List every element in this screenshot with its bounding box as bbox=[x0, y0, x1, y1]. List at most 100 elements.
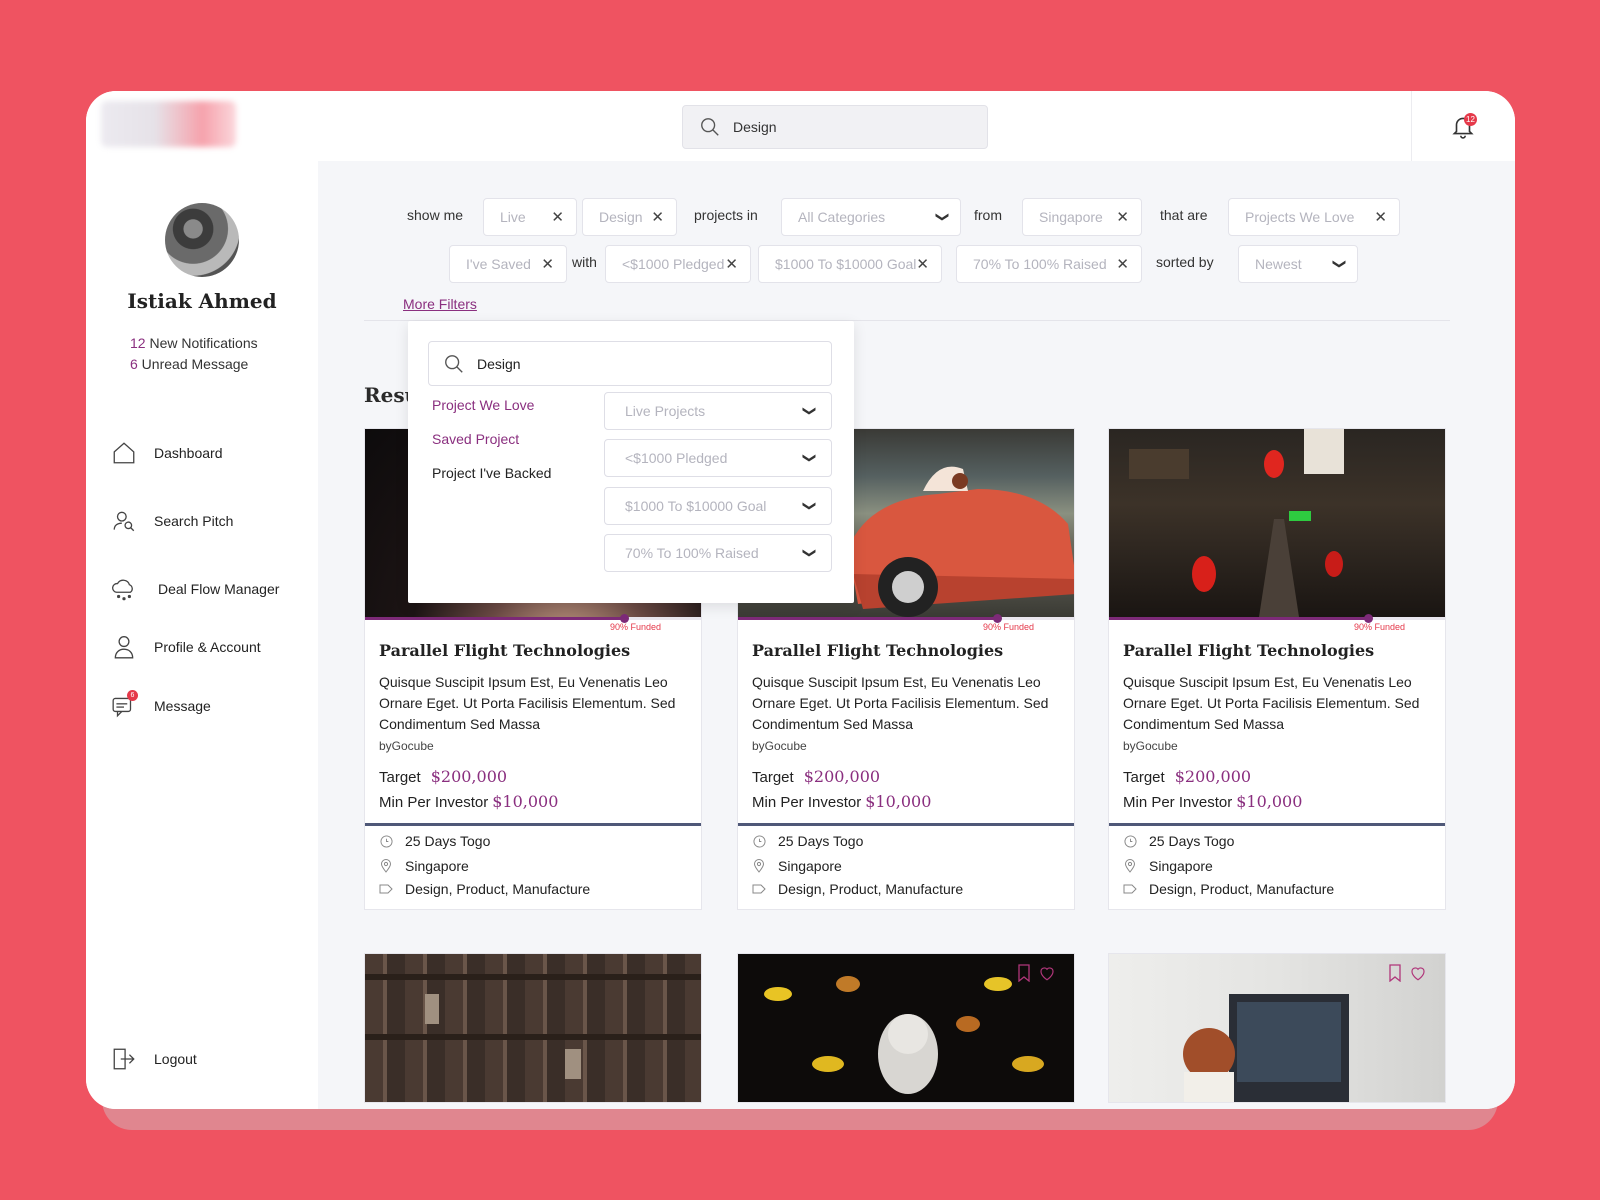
logo[interactable] bbox=[101, 101, 236, 147]
min-investor-row: Min Per Investor $10,000 bbox=[752, 792, 931, 811]
notification-label: New Notifications bbox=[145, 335, 258, 351]
filter-chip-ive-saved[interactable]: I've Saved ✕ bbox=[449, 245, 567, 283]
filter-text: projects in bbox=[694, 207, 758, 223]
tags: Design, Product, Manufacture bbox=[1123, 881, 1334, 897]
chip-label: $1000 To $10000 Goal bbox=[775, 256, 917, 272]
saved-project-link[interactable]: Saved Project bbox=[432, 431, 519, 447]
clock-icon bbox=[1123, 834, 1137, 848]
project-title[interactable]: Parallel Flight Technologies bbox=[1123, 641, 1374, 660]
funding-progress-bar bbox=[365, 614, 701, 623]
filter-text: that are bbox=[1160, 207, 1208, 223]
main-content: show me Live ✕ Design ✕ projects in All Ca… bbox=[318, 161, 1515, 1109]
unread-messages[interactable]: 6 Unread Message bbox=[130, 354, 258, 375]
close-icon[interactable]: ✕ bbox=[1374, 208, 1387, 226]
filter-chip-location[interactable]: Singapore ✕ bbox=[1022, 198, 1142, 236]
search-input[interactable]: Design bbox=[682, 105, 988, 149]
chevron-down-icon: ❯ bbox=[802, 452, 818, 464]
select-value: <$1000 Pledged bbox=[625, 450, 728, 466]
close-icon[interactable]: ✕ bbox=[1116, 255, 1129, 273]
min-value: $10,000 bbox=[492, 792, 559, 811]
project-author: byGocube bbox=[752, 739, 807, 753]
target-row: Target $200,000 bbox=[379, 767, 507, 786]
new-notifications[interactable]: 12 New Notifications bbox=[130, 333, 258, 354]
min-value: $10,000 bbox=[865, 792, 932, 811]
close-icon[interactable]: ✕ bbox=[541, 255, 554, 273]
filter-chip-pledged[interactable]: <$1000 Pledged ✕ bbox=[605, 245, 751, 283]
project-title[interactable]: Parallel Flight Technologies bbox=[752, 641, 1003, 660]
chip-label: 70% To 100% Raised bbox=[973, 256, 1107, 272]
notification-count: 12 bbox=[130, 335, 146, 351]
target-label: Target bbox=[1123, 769, 1165, 786]
tags-text: Design, Product, Manufacture bbox=[1149, 881, 1335, 897]
min-investor-row: Min Per Investor $10,000 bbox=[379, 792, 558, 811]
notification-badge: 12 bbox=[1464, 113, 1477, 126]
user-icon bbox=[110, 633, 138, 661]
target-value: $200,000 bbox=[803, 767, 881, 786]
panel-search-input[interactable]: Design bbox=[428, 341, 832, 386]
live-projects-select[interactable]: Live Projects ❯ bbox=[604, 392, 832, 430]
days-text: 25 Days Togo bbox=[778, 833, 864, 849]
tags-text: Design, Product, Manufacture bbox=[778, 881, 964, 897]
location-text: Singapore bbox=[405, 858, 469, 874]
bookmark-icon[interactable] bbox=[1387, 964, 1403, 982]
raised-select[interactable]: 70% To 100% Raised ❯ bbox=[604, 534, 832, 572]
sidebar: Istiak Ahmed 12 New Notifications 6 Unre… bbox=[86, 161, 318, 1109]
pledged-select[interactable]: <$1000 Pledged ❯ bbox=[604, 439, 832, 477]
project-card[interactable] bbox=[364, 953, 702, 1103]
more-filters-link[interactable]: More Filters bbox=[403, 296, 477, 312]
project-we-love-link[interactable]: Project We Love bbox=[432, 397, 534, 413]
sidebar-item-message[interactable]: 6 Message bbox=[110, 690, 211, 721]
filter-chip-raised[interactable]: 70% To 100% Raised ✕ bbox=[956, 245, 1142, 283]
close-icon[interactable]: ✕ bbox=[1116, 208, 1129, 226]
close-icon[interactable]: ✕ bbox=[916, 255, 929, 273]
divider bbox=[1411, 91, 1412, 161]
funded-label: 90% Funded bbox=[982, 622, 1034, 632]
sort-select[interactable]: Newest ❯ bbox=[1238, 245, 1358, 283]
goal-select[interactable]: $1000 To $10000 Goal ❯ bbox=[604, 487, 832, 525]
min-label: Min Per Investor bbox=[1123, 794, 1233, 811]
sidebar-item-profile-account[interactable]: Profile & Account bbox=[110, 632, 261, 662]
categories-select[interactable]: All Categories ❯ bbox=[781, 198, 961, 236]
divider bbox=[365, 823, 701, 826]
notification-summary: 12 New Notifications 6 Unread Message bbox=[130, 333, 258, 375]
logout-label: Logout bbox=[154, 1051, 197, 1067]
filter-chip-design[interactable]: Design ✕ bbox=[582, 198, 677, 236]
project-title[interactable]: Parallel Flight Technologies bbox=[379, 641, 630, 660]
sidebar-item-search-pitch[interactable]: Search Pitch bbox=[110, 506, 233, 536]
filter-chip-goal[interactable]: $1000 To $10000 Goal ✕ bbox=[758, 245, 942, 283]
filter-text: show me bbox=[407, 207, 464, 223]
user-name: Istiak Ahmed bbox=[127, 289, 277, 313]
funded-label: 90% Funded bbox=[609, 622, 661, 632]
days-text: 25 Days Togo bbox=[405, 833, 491, 849]
heart-icon[interactable] bbox=[1038, 964, 1056, 982]
sidebar-item-dashboard[interactable]: Dashboard bbox=[110, 438, 223, 468]
sidebar-item-deal-flow-manager[interactable]: Deal Flow Manager bbox=[110, 574, 279, 604]
funding-progress-bar bbox=[738, 614, 1074, 623]
project-card[interactable]: 90% Funded Parallel Flight Technologies … bbox=[1108, 428, 1446, 910]
location: Singapore bbox=[379, 858, 469, 874]
top-bar: Design 12 bbox=[86, 91, 1515, 161]
close-icon[interactable]: ✕ bbox=[725, 255, 738, 273]
location-pin-icon bbox=[752, 859, 766, 873]
card-actions bbox=[1016, 964, 1056, 982]
project-card[interactable] bbox=[1108, 953, 1446, 1103]
bookmark-icon[interactable] bbox=[1016, 964, 1032, 982]
project-card[interactable] bbox=[737, 953, 1075, 1103]
clock-icon bbox=[752, 834, 766, 848]
logout-button[interactable]: Logout bbox=[110, 1044, 197, 1074]
location-text: Singapore bbox=[778, 858, 842, 874]
select-value: 70% To 100% Raised bbox=[625, 545, 759, 561]
funding-progress-bar bbox=[1109, 614, 1445, 623]
filter-chip-live[interactable]: Live ✕ bbox=[483, 198, 577, 236]
project-author: byGocube bbox=[1123, 739, 1178, 753]
project-backed-link[interactable]: Project I've Backed bbox=[432, 465, 551, 481]
avatar[interactable] bbox=[165, 203, 239, 277]
project-description: Quisque Suscipit Ipsum Est, Eu Venenatis… bbox=[752, 674, 1049, 732]
filter-chip-projects-we-love[interactable]: Projects We Love ✕ bbox=[1228, 198, 1400, 236]
target-label: Target bbox=[379, 769, 421, 786]
heart-icon[interactable] bbox=[1409, 964, 1427, 982]
divider bbox=[738, 823, 1074, 826]
close-icon[interactable]: ✕ bbox=[651, 208, 664, 226]
close-icon[interactable]: ✕ bbox=[551, 208, 564, 226]
location: Singapore bbox=[1123, 858, 1213, 874]
